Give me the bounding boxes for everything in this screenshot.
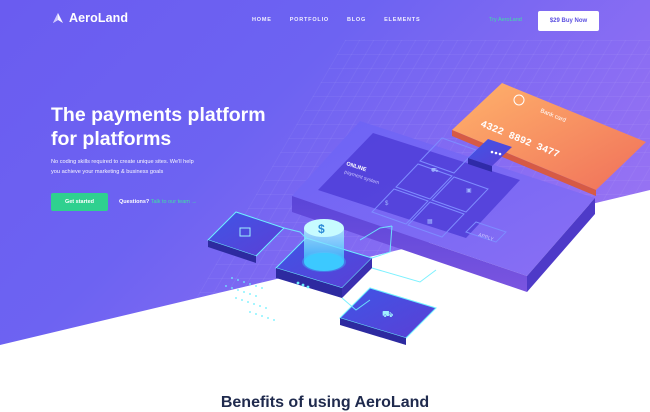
coin-dollar-icon: $	[318, 222, 325, 236]
payments-illustration: $ ▦ ⛟ ▣ ONLINE payment system APPLY Bank…	[207, 83, 646, 345]
cart-chip: ⛟	[339, 287, 437, 345]
qr-icon: ▦	[427, 219, 433, 225]
cart-icon: ⛟	[431, 168, 439, 174]
wallet-chip	[207, 211, 285, 263]
wallet-icon: ▣	[466, 188, 472, 194]
benefits-heading: Benefits of using AeroLand	[220, 394, 430, 411]
circuit-dots	[225, 277, 275, 321]
cart-icon: ⛟	[382, 310, 393, 320]
